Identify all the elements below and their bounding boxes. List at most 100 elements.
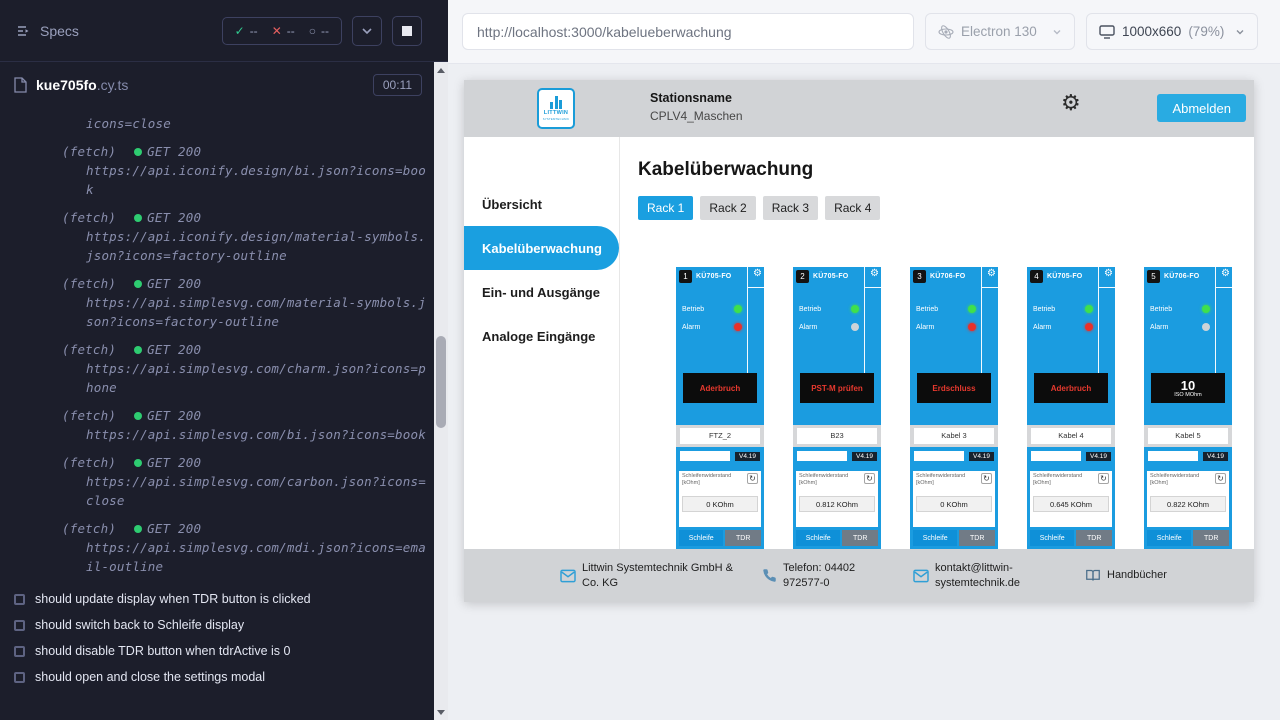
app-footer: Littwin Systemtechnik GmbH & Co. KG Tele… <box>464 549 1254 602</box>
device-gear-icon[interactable]: ⚙ <box>987 269 996 279</box>
betrieb-led <box>851 305 859 313</box>
chevron-down-icon <box>1235 27 1245 37</box>
test-state-icon <box>14 672 25 683</box>
log-wrapped-line: icons=close <box>86 114 448 133</box>
settings-gear-icon[interactable]: ⚙ <box>1061 92 1081 114</box>
log-entry[interactable]: (fetch)GET 200 https://api.simplesvg.com… <box>0 340 448 397</box>
sidebar-item-analoge-eingaenge[interactable]: Analoge Eingänge <box>464 314 619 358</box>
browser-selector[interactable]: Electron 130 <box>925 13 1075 50</box>
log-url: https://api.simplesvg.com/carbon.json?ic… <box>86 472 428 510</box>
log-url: https://api.simplesvg.com/material-symbo… <box>86 293 428 331</box>
sidebar-item-uebersicht[interactable]: Übersicht <box>464 182 619 226</box>
device-gear-icon[interactable]: ⚙ <box>1104 269 1113 279</box>
reporter-scrollbar[interactable] <box>434 62 448 720</box>
refresh-icon[interactable]: ↻ <box>747 473 758 484</box>
page-title: Kabelüberwachung <box>638 159 1254 181</box>
device-model: KÜ706-FO <box>1164 273 1199 280</box>
tab-rack-1[interactable]: Rack 1 <box>638 196 693 220</box>
stop-button[interactable] <box>392 16 422 46</box>
logout-button[interactable]: Abmelden <box>1157 94 1246 122</box>
scrollbar-thumb[interactable] <box>436 336 446 428</box>
device-number-badge: 1 <box>679 270 692 283</box>
tdr-button[interactable]: TDR <box>1193 530 1229 546</box>
schleife-button[interactable]: Schleife <box>679 530 723 546</box>
refresh-icon[interactable]: ↻ <box>1098 473 1109 484</box>
schleife-button[interactable]: Schleife <box>913 530 957 546</box>
log-entry[interactable]: (fetch)GET 200 https://api.iconify.desig… <box>0 208 448 265</box>
refresh-icon[interactable]: ↻ <box>981 473 992 484</box>
tdr-button[interactable]: TDR <box>725 530 761 546</box>
collapse-all-button[interactable] <box>352 16 382 46</box>
alarm-led <box>1085 323 1093 331</box>
log-entry[interactable]: (fetch)GET 200 https://api.simplesvg.com… <box>0 519 448 576</box>
tab-rack-4[interactable]: Rack 4 <box>825 196 880 220</box>
divider <box>747 267 748 377</box>
status-display: 10ISO MOhm <box>1151 373 1225 403</box>
alarm-led <box>734 323 742 331</box>
scroll-down-arrow[interactable] <box>434 704 448 720</box>
resistance-value: 0 KOhm <box>682 496 758 512</box>
betrieb-led <box>1202 305 1210 313</box>
device-card-5: 5 KÜ706-FO ⚙ Betrieb Alarm 10ISO MOhm Ka… <box>1144 267 1232 549</box>
log-entry[interactable]: (fetch)GET 200 https://api.simplesvg.com… <box>0 274 448 331</box>
alarm-led <box>1202 323 1210 331</box>
footer-company: Littwin Systemtechnik GmbH & Co. KG <box>560 561 740 591</box>
sidebar-item-kabelueberwachung[interactable]: Kabelüberwachung <box>464 226 619 270</box>
url-input[interactable] <box>462 13 914 50</box>
measurement-panel: Schleifenwiderstand [kOhm]↻ 0.645 KOhm <box>1030 471 1112 527</box>
main-content: Kabelüberwachung Rack 1 Rack 2 Rack 3 Ra… <box>620 137 1254 549</box>
log-entry[interactable]: (fetch)GET 200 https://api.iconify.desig… <box>0 142 448 199</box>
log-url: https://api.simplesvg.com/charm.json?ico… <box>86 359 428 397</box>
test-title[interactable]: should update display when TDR button is… <box>0 586 448 612</box>
device-number-badge: 5 <box>1147 270 1160 283</box>
tab-rack-3[interactable]: Rack 3 <box>763 196 818 220</box>
tdr-button[interactable]: TDR <box>842 530 878 546</box>
log-entry[interactable]: (fetch)GET 200 https://api.simplesvg.com… <box>0 453 448 510</box>
device-number-badge: 4 <box>1030 270 1043 283</box>
footer-manuals[interactable]: Handbücher <box>1085 568 1167 583</box>
log-url: https://api.simplesvg.com/bi.json?icons=… <box>86 425 428 444</box>
measurement-panel: Schleifenwiderstand [kOhm]↻ 0 KOhm <box>679 471 761 527</box>
device-gear-icon[interactable]: ⚙ <box>753 269 762 279</box>
stat-failed: ✕-- <box>272 24 295 38</box>
resistance-value: 0.812 KOhm <box>799 496 875 512</box>
tdr-button[interactable]: TDR <box>959 530 995 546</box>
device-number-badge: 3 <box>913 270 926 283</box>
cable-name-box: Kabel 5 <box>1144 425 1232 447</box>
specs-menu[interactable]: Specs <box>16 23 79 39</box>
refresh-icon[interactable]: ↻ <box>864 473 875 484</box>
spec-file-icon <box>14 77 27 93</box>
tab-rack-2[interactable]: Rack 2 <box>700 196 755 220</box>
sidebar-item-ein-und-ausgaenge[interactable]: Ein- und Ausgänge <box>464 270 619 314</box>
test-title[interactable]: should switch back to Schleife display <box>0 612 448 638</box>
passed-check-icon: ✓ <box>235 24 245 38</box>
schleife-button[interactable]: Schleife <box>1030 530 1074 546</box>
test-title[interactable]: should disable TDR button when tdrActive… <box>0 638 448 664</box>
stat-pending: ○-- <box>309 24 329 38</box>
spec-name[interactable]: kue705fo.cy.ts <box>36 77 128 93</box>
status-ok-dot <box>134 459 142 467</box>
command-log: icons=close (fetch)GET 200 https://api.i… <box>0 108 448 576</box>
divider <box>865 287 881 288</box>
device-gear-icon[interactable]: ⚙ <box>1221 269 1230 279</box>
measurement-panel: Schleifenwiderstand [kOhm]↻ 0 KOhm <box>913 471 995 527</box>
footer-email: kontakt@littwin-systemtechnik.de <box>913 561 1063 591</box>
test-title[interactable]: should open and close the settings modal <box>0 664 448 690</box>
app-body: Übersicht Kabelüberwachung Ein- und Ausg… <box>464 137 1254 549</box>
scroll-up-arrow[interactable] <box>434 62 448 78</box>
status-display: PST-M prüfen <box>800 373 874 403</box>
device-model: KÜ705-FO <box>1047 273 1082 280</box>
status-ok-dot <box>134 346 142 354</box>
firmware-version: V4.19 <box>1086 452 1111 461</box>
tdr-button[interactable]: TDR <box>1076 530 1112 546</box>
schleife-button[interactable]: Schleife <box>796 530 840 546</box>
log-url: https://api.iconify.design/bi.json?icons… <box>86 161 428 199</box>
refresh-icon[interactable]: ↻ <box>1215 473 1226 484</box>
phone-icon <box>762 568 777 583</box>
schleife-button[interactable]: Schleife <box>1147 530 1191 546</box>
device-gear-icon[interactable]: ⚙ <box>870 269 879 279</box>
divider <box>1098 267 1099 377</box>
log-entry[interactable]: (fetch)GET 200 https://api.simplesvg.com… <box>0 406 448 444</box>
viewport-selector[interactable]: 1000x660 (79%) <box>1086 13 1258 50</box>
pending-circle-icon: ○ <box>309 24 316 38</box>
